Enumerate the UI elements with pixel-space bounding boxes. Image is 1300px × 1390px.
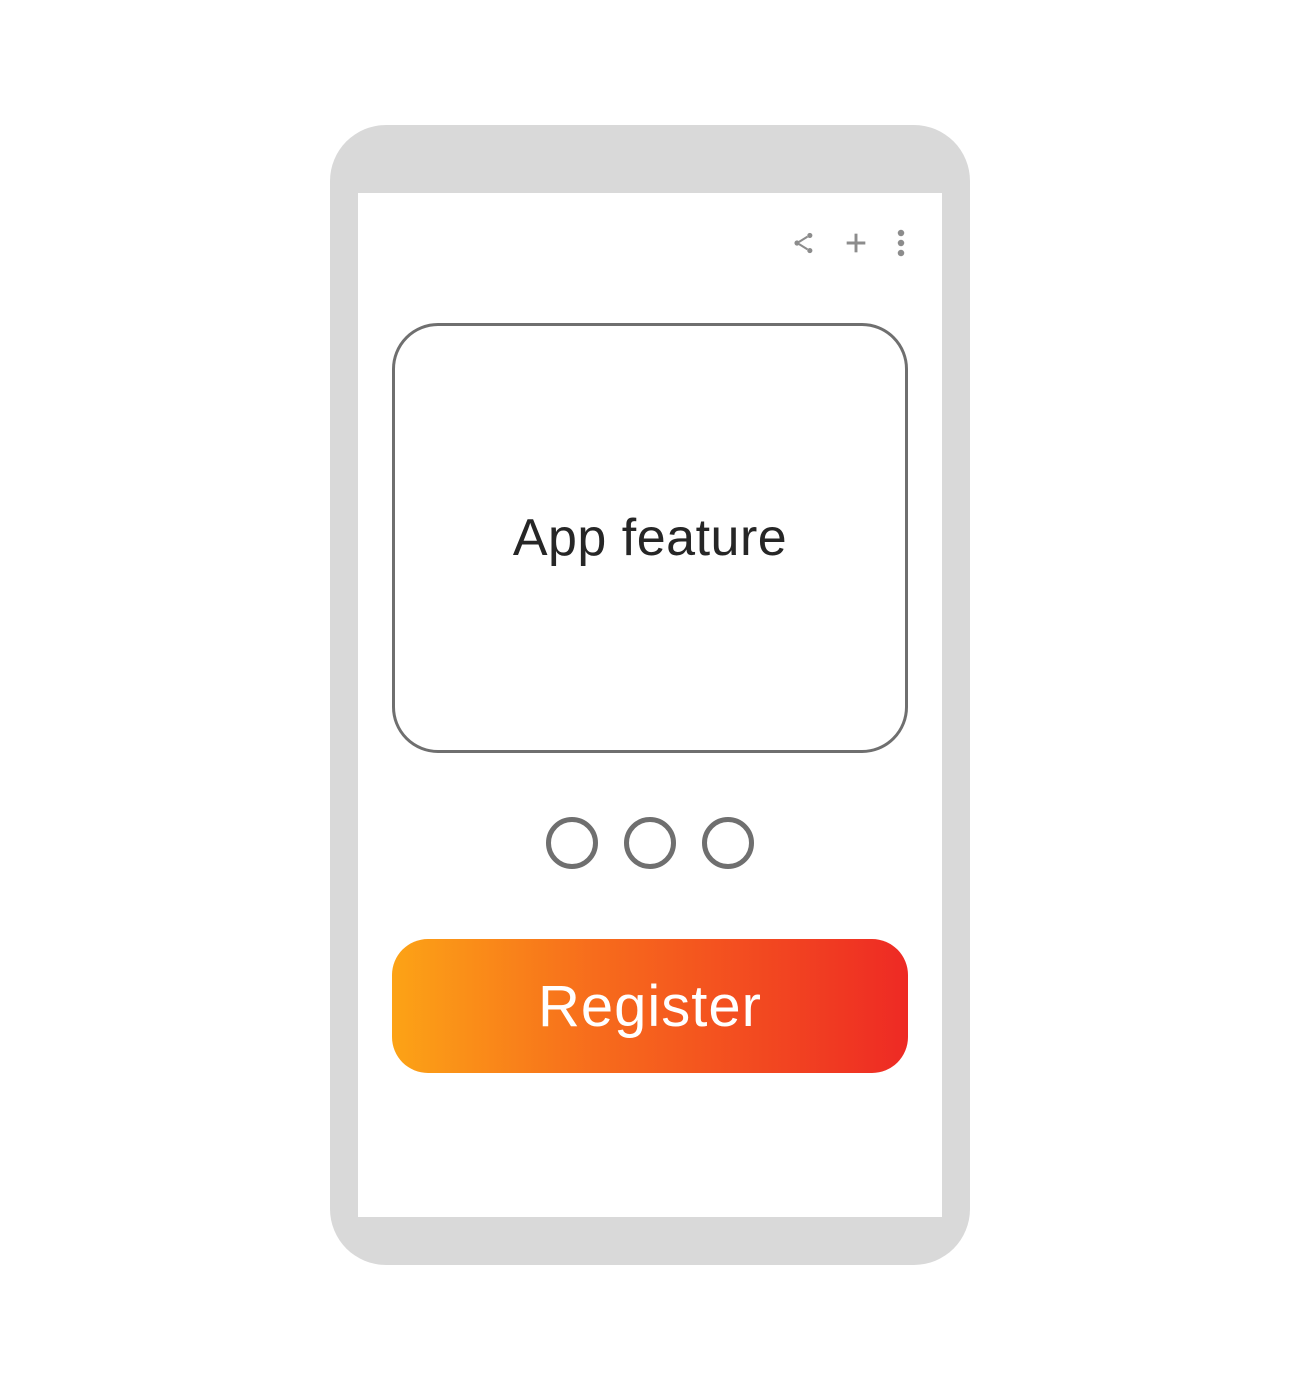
carousel-pager [392,817,908,869]
pager-dot-3[interactable] [702,817,754,869]
share-icon[interactable] [790,229,818,257]
pager-dot-1[interactable] [546,817,598,869]
register-button[interactable]: Register [392,939,908,1073]
feature-label: App feature [513,508,787,568]
top-bar [392,219,908,267]
phone-frame: App feature Register [330,125,970,1265]
feature-card[interactable]: App feature [392,323,908,753]
more-vertical-icon[interactable] [894,228,908,258]
pager-dot-2[interactable] [624,817,676,869]
app-screen: App feature Register [358,193,942,1217]
plus-icon[interactable] [842,229,870,257]
